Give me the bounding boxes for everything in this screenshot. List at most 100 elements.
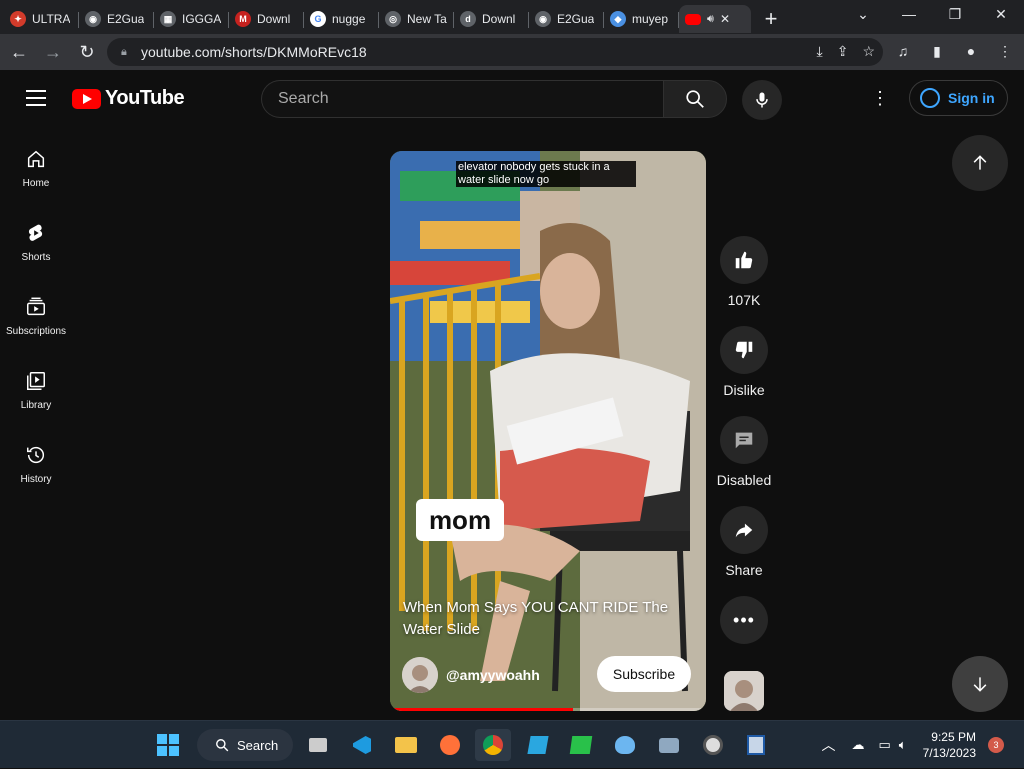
channel-avatar[interactable] [402, 657, 438, 693]
browser-tab[interactable]: MDownl [229, 5, 304, 33]
sidebar-item-shorts[interactable]: Shorts [0, 210, 72, 284]
like-button[interactable] [720, 236, 768, 284]
browser-menu-icon[interactable]: ⋮ [994, 40, 1016, 62]
sidebar-item-subscriptions[interactable]: Subscriptions [0, 284, 72, 358]
video-progress-bar[interactable] [390, 708, 706, 711]
sidebar-item-history[interactable]: History [0, 432, 72, 506]
search-button[interactable] [663, 80, 727, 118]
youtube-logo[interactable]: YouTube [72, 87, 184, 110]
notification-badge[interactable]: 3 [988, 737, 1004, 753]
forward-button[interactable]: → [38, 37, 68, 67]
firefox-icon[interactable] [432, 729, 468, 761]
next-video-button[interactable] [952, 656, 1008, 712]
file-explorer-icon[interactable] [388, 729, 424, 761]
install-icon[interactable]: ⤓ [817, 43, 823, 60]
like-count: 107K [714, 290, 774, 310]
tab-favicon-icon: G [310, 11, 326, 27]
window-controls: ⌄ — ❐ ✕ [840, 0, 1024, 28]
tab-favicon-icon: M [235, 11, 251, 27]
search-icon [215, 738, 229, 752]
history-icon [25, 444, 47, 466]
taskbar-search[interactable]: Search [197, 729, 293, 761]
voice-search-button[interactable] [742, 80, 782, 120]
clock-date: 7/13/2023 [923, 745, 976, 761]
shorts-icon [25, 222, 47, 244]
paint-icon[interactable] [607, 729, 643, 761]
progress-fill [390, 708, 573, 711]
close-tab-icon[interactable]: ✕ [720, 12, 730, 26]
browser-tab[interactable]: ◉E2Gua [79, 5, 154, 33]
comments-button[interactable] [720, 416, 768, 464]
browser-tab[interactable]: ▦IGGGA [154, 5, 229, 33]
menu-icon[interactable] [26, 90, 46, 106]
tab-search-chevron-icon[interactable]: ⌄ [840, 0, 886, 28]
share-label: Share [714, 560, 774, 580]
sidebar-item-label: Shorts [22, 252, 51, 263]
shorts-video-player[interactable]: elevator nobody gets stuck in a water sl… [390, 151, 706, 711]
comments-label: Disabled [714, 470, 774, 490]
active-tab-youtube[interactable]: 🔊︎ ✕ [679, 5, 751, 33]
youtube-play-icon [72, 89, 101, 109]
reload-button[interactable]: ↻ [72, 37, 102, 67]
maximize-button[interactable]: ❐ [932, 0, 978, 28]
network-icon[interactable]: ▭ [879, 737, 891, 753]
channel-name[interactable]: @amyywoahh [446, 667, 540, 683]
media-control-icon[interactable]: ♫ [892, 40, 914, 62]
like-action: 107K [720, 236, 768, 310]
search-input[interactable]: Search [261, 80, 663, 118]
profile-icon[interactable]: ● [960, 40, 982, 62]
search-icon [684, 88, 706, 110]
vscode-icon[interactable] [344, 729, 380, 761]
subscriptions-icon [25, 296, 47, 318]
dislike-button[interactable] [720, 326, 768, 374]
browser-tab[interactable]: ✦ULTRA [4, 5, 79, 33]
sidebar-item-home[interactable]: Home [0, 136, 72, 210]
clock-app-icon[interactable] [695, 729, 731, 761]
sound-thumbnail[interactable] [724, 671, 764, 711]
chrome-icon[interactable] [475, 729, 511, 761]
task-view-icon[interactable] [300, 729, 336, 761]
share-page-icon[interactable]: ⇪ [837, 43, 849, 60]
tab-favicon-icon: ◎ [385, 11, 401, 27]
browser-tab[interactable]: Gnugge [304, 5, 379, 33]
tab-list: ✦ULTRA◉E2Gua▦IGGGAMDownlGnugge◎New TadDo… [0, 0, 785, 34]
subscribe-button[interactable]: Subscribe [597, 656, 691, 692]
more-horizontal-icon: ••• [733, 610, 755, 631]
comment-icon [733, 429, 755, 451]
tab-favicon-icon: ◉ [535, 11, 551, 27]
audio-playing-icon[interactable]: 🔊︎ [707, 13, 714, 26]
library-icon [25, 370, 47, 392]
previous-video-button[interactable] [952, 135, 1008, 191]
browser-tab[interactable]: dDownl [454, 5, 529, 33]
spreadsheet-icon[interactable] [563, 729, 599, 761]
address-bar[interactable]: 🔒︎ youtube.com/shorts/DKMMoREvc18 ⤓ ⇪ ☆ [107, 38, 883, 66]
back-button[interactable]: ← [4, 37, 34, 67]
side-panel-icon[interactable]: ▮ [926, 40, 948, 62]
settings-kebab-icon[interactable]: ⋮ [870, 88, 890, 108]
sidebar-item-library[interactable]: Library [0, 358, 72, 432]
sign-in-button[interactable]: Sign in [909, 80, 1008, 116]
browser-tab[interactable]: ◉ E2Gua [529, 5, 604, 33]
minimize-button[interactable]: — [886, 0, 932, 28]
tab-title: New Ta [407, 12, 447, 26]
show-hidden-icons-icon[interactable]: ︿ [822, 735, 836, 755]
channel-info[interactable]: @amyywoahh [402, 657, 540, 693]
browser-tab[interactable]: ◆muyep [604, 5, 679, 33]
cloud-offline-icon[interactable]: ☁ [852, 737, 865, 753]
bookmark-star-icon[interactable]: ☆ [862, 43, 875, 60]
url-text: youtube.com/shorts/DKMMoREvc18 [141, 44, 367, 60]
start-button[interactable] [150, 729, 186, 761]
browser-tab[interactable]: ◎ New Ta [379, 5, 454, 33]
tab-title: muyep [632, 12, 668, 26]
volume-icon[interactable]: 🔈︎ [899, 737, 907, 753]
more-options-button[interactable]: ••• [720, 596, 768, 644]
new-tab-button[interactable]: + [757, 5, 785, 33]
app-blue-icon[interactable] [520, 729, 556, 761]
close-window-button[interactable]: ✕ [978, 0, 1024, 28]
snipping-tool-icon[interactable] [738, 729, 774, 761]
clock[interactable]: 9:25 PM 7/13/2023 [923, 729, 976, 761]
camera-icon[interactable] [651, 729, 687, 761]
short-title[interactable]: When Mom Says YOU CANT RIDE The Water Sl… [403, 597, 693, 641]
tab-title: E2Gua [557, 12, 594, 26]
share-button[interactable] [720, 506, 768, 554]
